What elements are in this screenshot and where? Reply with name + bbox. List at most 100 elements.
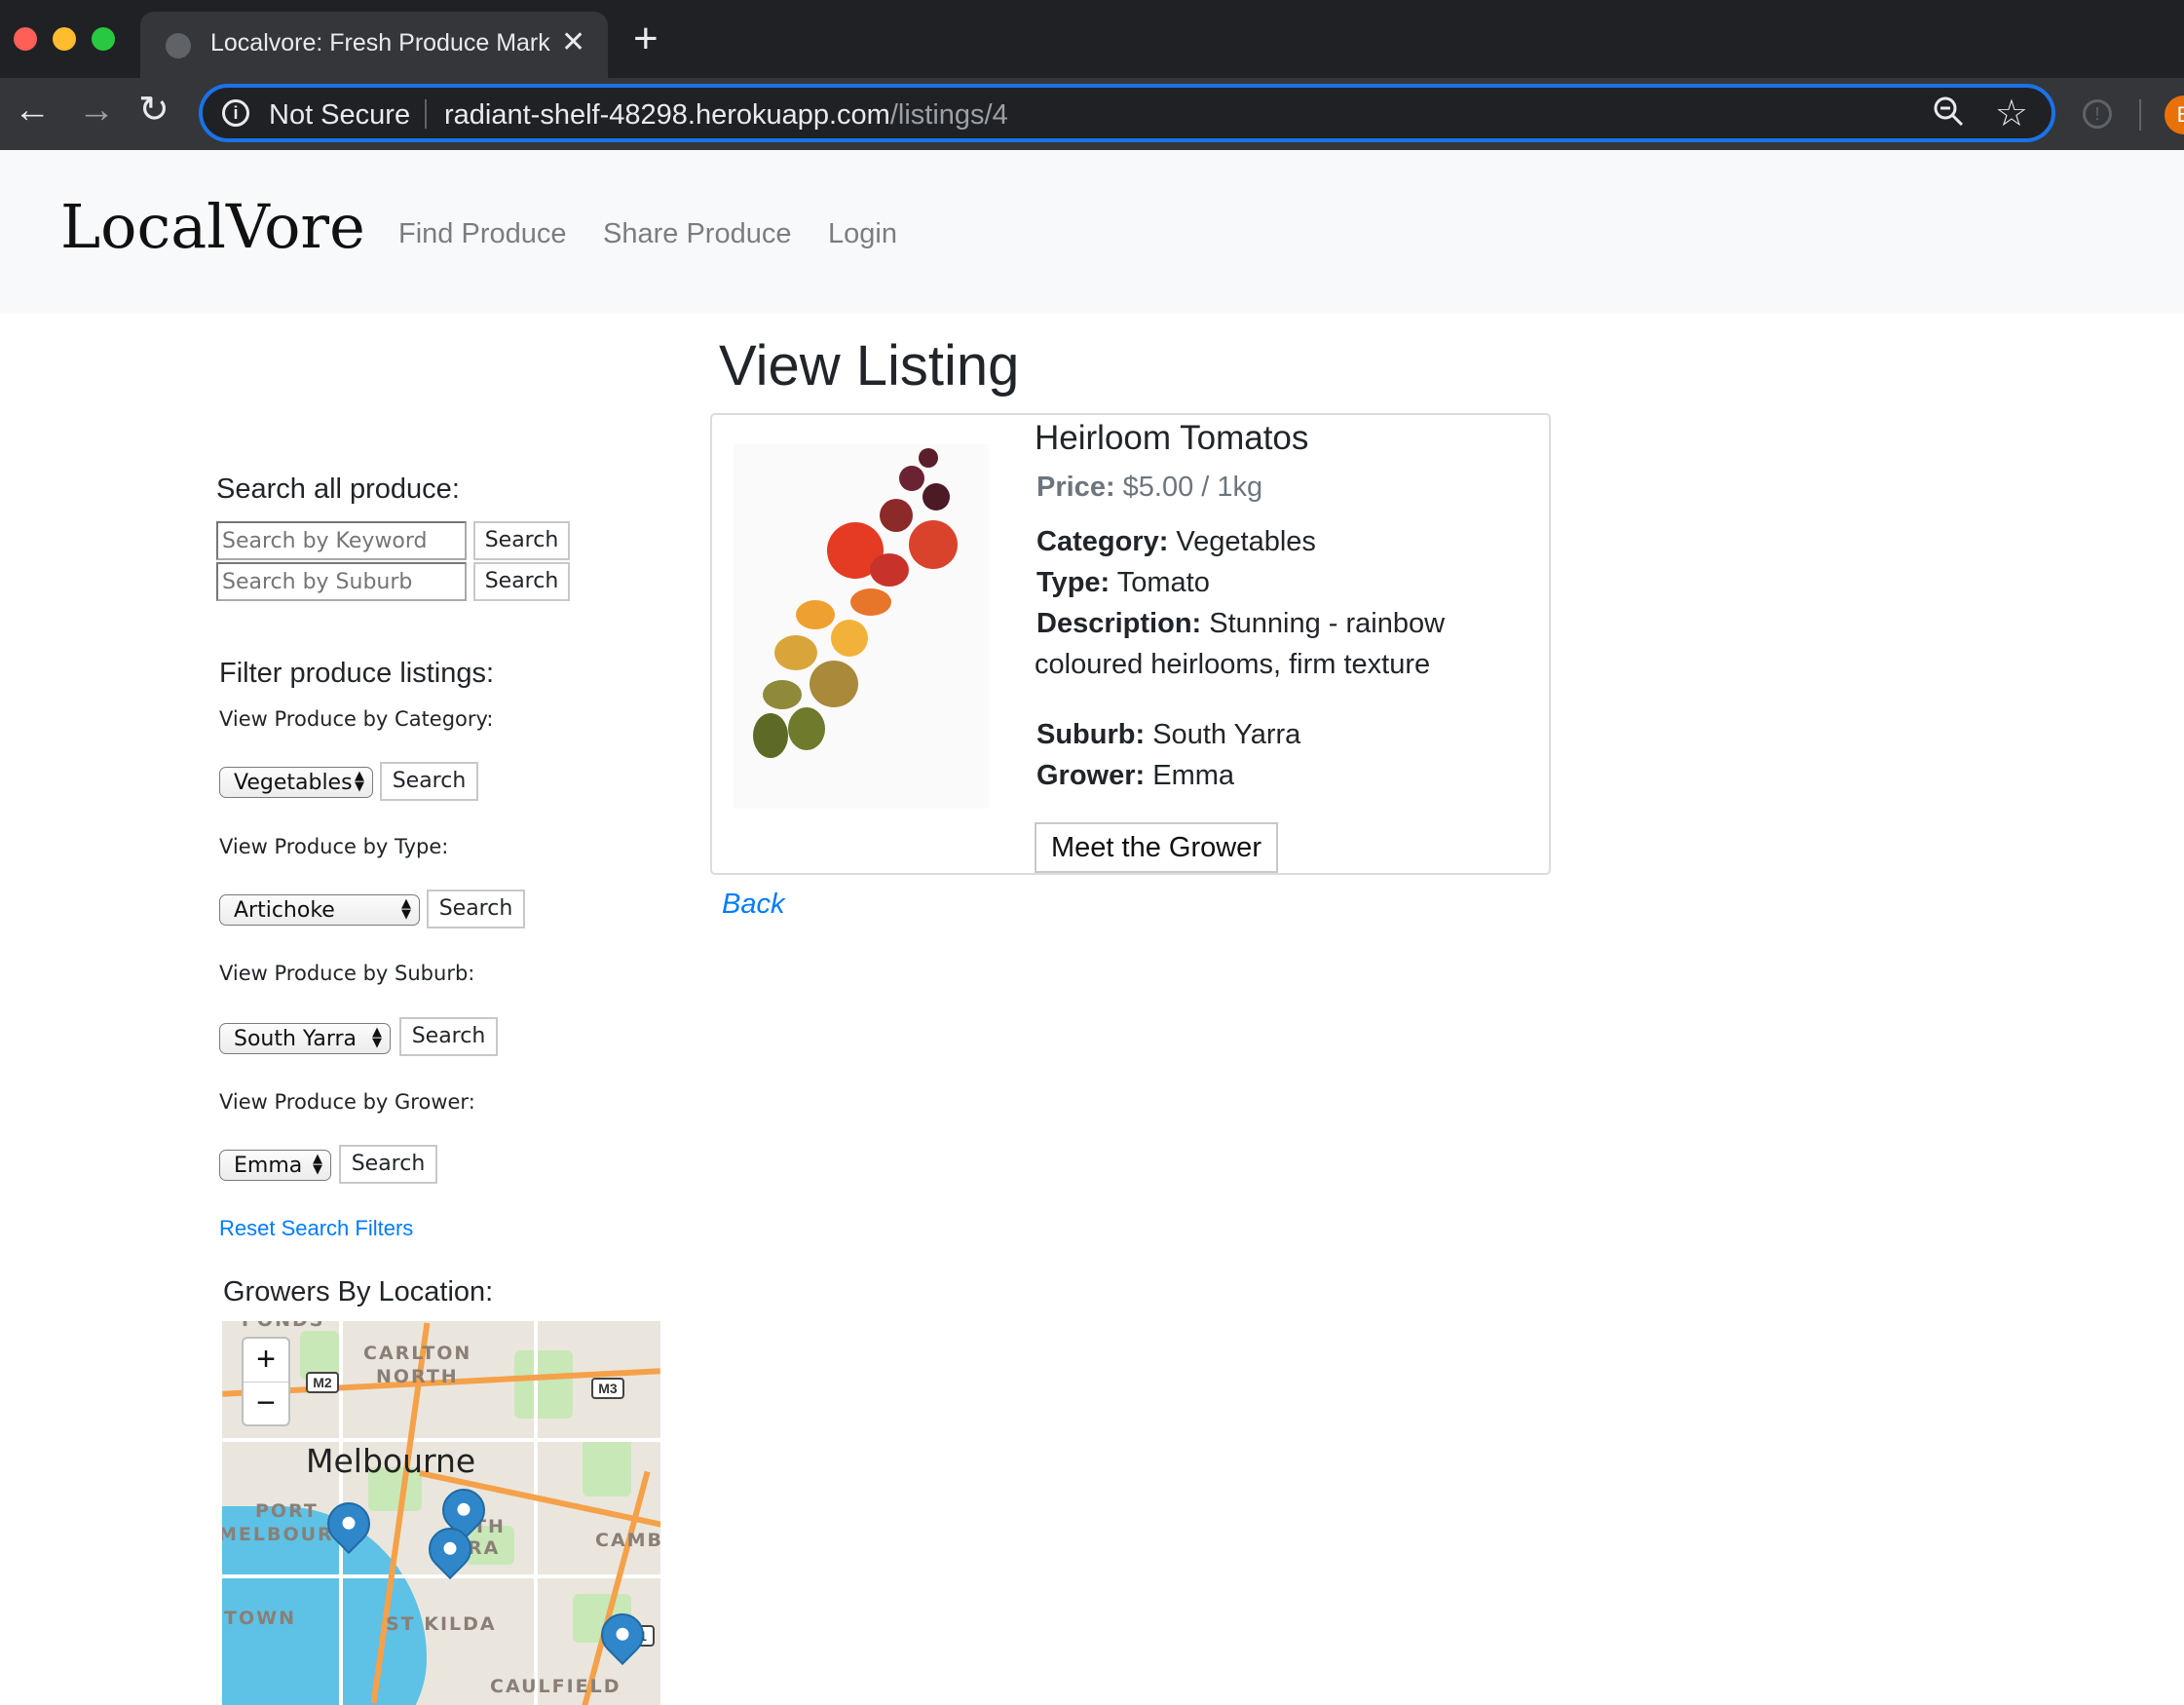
url-host: radiant-shelf-48298.herokuapp.com bbox=[444, 99, 890, 131]
site-navbar: LocalVore Find Produce Share Produce Log… bbox=[0, 150, 2184, 314]
suburb-selected: South Yarra bbox=[234, 1027, 358, 1051]
suburb-filter-search-button[interactable]: Search bbox=[399, 1017, 498, 1056]
forward-arrow-icon[interactable]: → bbox=[78, 92, 115, 129]
freeway-shield: M2 bbox=[306, 1372, 339, 1393]
globe-icon bbox=[166, 33, 191, 58]
map-place-label: ST KILDA bbox=[386, 1613, 497, 1635]
browser-tab-bar: Localvore: Fresh Produce Mark ✕ + bbox=[0, 0, 2184, 78]
search-heading: Search all produce: bbox=[216, 474, 460, 505]
select-arrows-icon: ▲ ▼ bbox=[372, 1025, 382, 1050]
grower-search-button[interactable]: Search bbox=[339, 1145, 437, 1184]
meet-the-grower-button[interactable]: Meet the Grower bbox=[1035, 822, 1278, 873]
suburb-filter-label: View Produce by Suburb: bbox=[219, 962, 475, 985]
freeway-shield: M3 bbox=[591, 1378, 624, 1399]
back-link[interactable]: Back bbox=[722, 889, 784, 921]
listing-name: Heirloom Tomatos bbox=[1035, 419, 1309, 457]
map-place-label: NORTH bbox=[376, 1366, 459, 1387]
description-text: Stunning - rainbow bbox=[1209, 608, 1446, 639]
close-tab-icon[interactable]: ✕ bbox=[561, 25, 585, 59]
zoom-out-button[interactable]: − bbox=[244, 1382, 288, 1424]
map-place-label: CARLTON bbox=[363, 1343, 472, 1364]
suburb-value: South Yarra bbox=[1152, 719, 1301, 750]
close-window-button[interactable] bbox=[14, 27, 37, 51]
url-path: /listings/4 bbox=[889, 99, 1008, 131]
growers-map[interactable]: PONDS CARLTON NORTH Melbourne PORT MELBO… bbox=[222, 1321, 660, 1705]
map-place-label: TOWN bbox=[224, 1608, 296, 1629]
map-park bbox=[514, 1350, 573, 1419]
page-title: View Listing bbox=[719, 334, 1020, 398]
reset-filters-link[interactable]: Reset Search Filters bbox=[219, 1216, 413, 1241]
type-selected: Artichoke bbox=[234, 898, 335, 923]
grower-row: Grower: Emma bbox=[1036, 760, 1234, 792]
category-value: Vegetables bbox=[1176, 526, 1316, 557]
keyword-search-button[interactable]: Search bbox=[473, 521, 570, 560]
zoom-icon[interactable] bbox=[1931, 94, 1966, 137]
grower-select[interactable]: Emma ▲ ▼ bbox=[219, 1150, 331, 1181]
grower-label: Grower: bbox=[1036, 760, 1146, 791]
minimize-window-button[interactable] bbox=[53, 27, 76, 51]
browser-tab[interactable]: Localvore: Fresh Produce Mark ✕ bbox=[140, 12, 608, 78]
price-label: Price: bbox=[1036, 472, 1115, 503]
filter-heading: Filter produce listings: bbox=[219, 658, 495, 689]
grower-selected: Emma bbox=[234, 1154, 303, 1178]
listing-card: Heirloom Tomatos Price: $5.00 / 1kg Cate… bbox=[710, 413, 1551, 875]
description-label: Description: bbox=[1036, 608, 1202, 639]
map-city-label: Melbourne bbox=[306, 1442, 476, 1480]
category-select[interactable]: Vegetables ▲ ▼ bbox=[219, 767, 373, 798]
type-row: Type: Tomato bbox=[1036, 567, 1210, 599]
category-row: Category: Vegetables bbox=[1036, 526, 1316, 558]
extension-icon[interactable]: ! bbox=[2083, 99, 2112, 129]
type-label: Type: bbox=[1036, 567, 1111, 598]
url-divider bbox=[425, 99, 427, 129]
nav-share-produce[interactable]: Share Produce bbox=[603, 218, 791, 250]
description-text-continued: coloured heirlooms, firm texture bbox=[1035, 649, 1431, 680]
category-search-button[interactable]: Search bbox=[380, 762, 478, 801]
type-value: Tomato bbox=[1116, 567, 1210, 598]
reload-icon[interactable]: ↻ bbox=[138, 92, 169, 129]
bookmark-star-icon[interactable]: ☆ bbox=[1995, 92, 2028, 135]
tab-title: Localvore: Fresh Produce Mark bbox=[210, 29, 550, 57]
keyword-search-input[interactable] bbox=[216, 521, 467, 560]
map-place-label: CAMB bbox=[595, 1530, 660, 1551]
grower-value: Emma bbox=[1152, 760, 1235, 791]
browser-toolbar: ← → ↻ i Not Secure radiant-shelf-48298.h… bbox=[0, 78, 2184, 150]
type-search-button[interactable]: Search bbox=[427, 890, 525, 928]
brand-logo[interactable]: LocalVore bbox=[60, 191, 365, 262]
profile-avatar[interactable]: B bbox=[2165, 95, 2184, 134]
map-heading: Growers By Location: bbox=[223, 1276, 494, 1307]
category-label: Category: bbox=[1036, 526, 1169, 557]
nav-find-produce[interactable]: Find Produce bbox=[398, 218, 567, 250]
category-selected: Vegetables bbox=[234, 771, 353, 795]
price-row: Price: $5.00 / 1kg bbox=[1036, 472, 1262, 504]
suburb-row: Suburb: South Yarra bbox=[1036, 719, 1300, 751]
new-tab-button[interactable]: + bbox=[633, 18, 659, 60]
security-label[interactable]: Not Secure bbox=[269, 99, 410, 132]
suburb-select[interactable]: South Yarra ▲ ▼ bbox=[219, 1023, 391, 1054]
map-park bbox=[583, 1438, 631, 1497]
back-arrow-icon[interactable]: ← bbox=[14, 92, 51, 129]
suburb-label: Suburb: bbox=[1036, 719, 1146, 750]
category-filter-label: View Produce by Category: bbox=[219, 707, 494, 731]
select-arrows-icon: ▲ ▼ bbox=[313, 1152, 322, 1177]
suburb-search-input[interactable] bbox=[216, 562, 467, 601]
select-arrows-icon: ▲ ▼ bbox=[355, 769, 364, 794]
address-bar[interactable]: i Not Secure radiant-shelf-48298.herokua… bbox=[199, 84, 2055, 142]
type-filter-label: View Produce by Type: bbox=[219, 835, 449, 858]
maximize-window-button[interactable] bbox=[92, 27, 115, 51]
suburb-search-button[interactable]: Search bbox=[473, 562, 570, 601]
price-value: $5.00 / 1kg bbox=[1122, 472, 1263, 503]
grower-filter-label: View Produce by Grower: bbox=[219, 1090, 475, 1114]
type-select[interactable]: Artichoke ▲ ▼ bbox=[219, 894, 420, 926]
info-icon[interactable]: i bbox=[222, 99, 249, 127]
description-row: Description: Stunning - rainbow bbox=[1036, 608, 1445, 640]
map-zoom-control: + − bbox=[242, 1337, 290, 1426]
map-place-label: CAULFIELD bbox=[490, 1676, 621, 1697]
zoom-in-button[interactable]: + bbox=[244, 1339, 288, 1382]
produce-image bbox=[734, 444, 989, 809]
map-place-label: RA bbox=[468, 1537, 501, 1559]
nav-login[interactable]: Login bbox=[828, 218, 897, 250]
url-text[interactable]: radiant-shelf-48298.herokuapp.com/listin… bbox=[444, 99, 1008, 132]
toolbar-divider bbox=[2139, 99, 2141, 131]
map-place-label: PORT bbox=[255, 1500, 319, 1522]
map-place-label: PONDS bbox=[242, 1321, 324, 1331]
